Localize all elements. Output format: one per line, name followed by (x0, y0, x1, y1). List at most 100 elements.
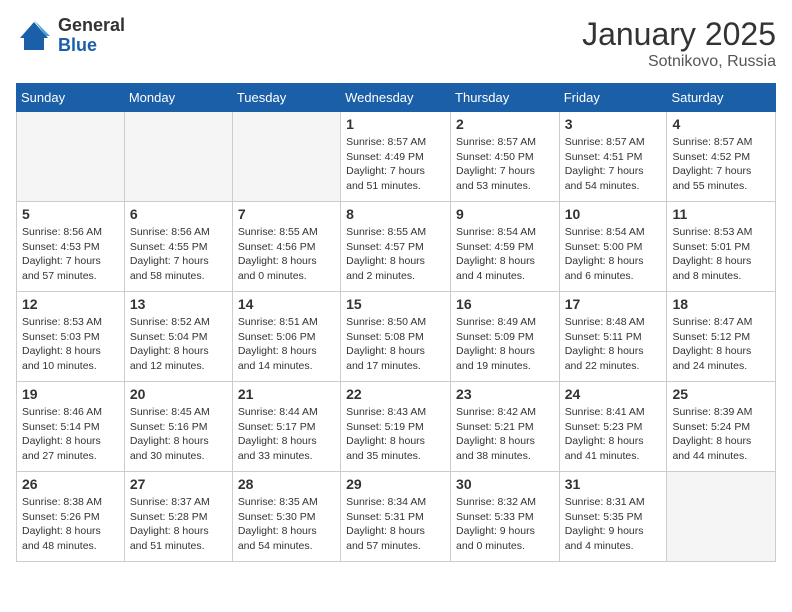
calendar-cell: 27 Sunrise: 8:37 AM Sunset: 5:28 PM Dayli… (124, 472, 232, 562)
calendar-cell: 22 Sunrise: 8:43 AM Sunset: 5:19 PM Dayli… (341, 382, 451, 472)
calendar-header-thursday: Thursday (451, 84, 560, 112)
day-number: 28 (238, 476, 335, 492)
logo-blue-text: Blue (58, 36, 125, 56)
calendar-cell: 23Sunrise: 8:42 AM Sunset: 5:21 PM Dayli… (451, 382, 560, 472)
calendar-cell: 17 Sunrise: 8:48 AM Sunset: 5:11 PM Dayli… (559, 292, 667, 382)
calendar-cell (232, 112, 340, 202)
calendar-cell: 11 Sunrise: 8:53 AM Sunset: 5:01 PM Dayli… (667, 202, 776, 292)
day-info: Sunrise: 8:44 AM Sunset: 5:17 PM Dayligh… (238, 405, 335, 464)
calendar-cell: 7Sunrise: 8:55 AM Sunset: 4:56 PM Daylig… (232, 202, 340, 292)
month-title: January 2025 (582, 16, 776, 53)
day-info: Sunrise: 8:54 AM Sunset: 4:59 PM Dayligh… (456, 225, 554, 284)
day-number: 3 (565, 116, 662, 132)
location-subtitle: Sotnikovo, Russia (582, 53, 776, 71)
day-info: Sunrise: 8:42 AM Sunset: 5:21 PM Dayligh… (456, 405, 554, 464)
calendar-cell: 20 Sunrise: 8:45 AM Sunset: 5:16 PM Dayli… (124, 382, 232, 472)
logo-text: General Blue (58, 16, 125, 56)
calendar-cell: 6Sunrise: 8:56 AM Sunset: 4:55 PM Daylig… (124, 202, 232, 292)
day-info: Sunrise: 8:34 AM Sunset: 5:31 PM Dayligh… (346, 495, 445, 554)
day-number: 27 (130, 476, 227, 492)
logo-general-text: General (58, 16, 125, 36)
calendar-cell: 31 Sunrise: 8:31 AM Sunset: 5:35 PM Dayli… (559, 472, 667, 562)
calendar-cell: 14 Sunrise: 8:51 AM Sunset: 5:06 PM Dayli… (232, 292, 340, 382)
day-info: Sunrise: 8:41 AM Sunset: 5:23 PM Dayligh… (565, 405, 662, 464)
day-info: Sunrise: 8:49 AM Sunset: 5:09 PM Dayligh… (456, 315, 554, 374)
calendar-cell: 4Sunrise: 8:57 AM Sunset: 4:52 PM Daylig… (667, 112, 776, 202)
calendar-cell: 10 Sunrise: 8:54 AM Sunset: 5:00 PM Dayli… (559, 202, 667, 292)
day-number: 26 (22, 476, 119, 492)
day-info: Sunrise: 8:46 AM Sunset: 5:14 PM Dayligh… (22, 405, 119, 464)
day-info: Sunrise: 8:35 AM Sunset: 5:30 PM Dayligh… (238, 495, 335, 554)
calendar-cell: 8 Sunrise: 8:55 AM Sunset: 4:57 PM Daylig… (341, 202, 451, 292)
calendar-cell: 26Sunrise: 8:38 AM Sunset: 5:26 PM Dayli… (17, 472, 125, 562)
calendar-header-friday: Friday (559, 84, 667, 112)
day-number: 11 (672, 206, 770, 222)
day-number: 21 (238, 386, 335, 402)
logo: General Blue (16, 16, 125, 56)
day-number: 15 (346, 296, 445, 312)
day-info: Sunrise: 8:31 AM Sunset: 5:35 PM Dayligh… (565, 495, 662, 554)
day-number: 8 (346, 206, 445, 222)
day-number: 31 (565, 476, 662, 492)
page-header: General Blue January 2025 Sotnikovo, Rus… (16, 16, 776, 71)
day-number: 12 (22, 296, 119, 312)
day-info: Sunrise: 8:48 AM Sunset: 5:11 PM Dayligh… (565, 315, 662, 374)
day-number: 30 (456, 476, 554, 492)
day-number: 7 (238, 206, 335, 222)
calendar-cell: 16 Sunrise: 8:49 AM Sunset: 5:09 PM Dayli… (451, 292, 560, 382)
day-number: 6 (130, 206, 227, 222)
calendar-cell: 13Sunrise: 8:52 AM Sunset: 5:04 PM Dayli… (124, 292, 232, 382)
calendar-header-tuesday: Tuesday (232, 84, 340, 112)
calendar-table: SundayMondayTuesdayWednesdayThursdayFrid… (16, 83, 776, 562)
day-info: Sunrise: 8:50 AM Sunset: 5:08 PM Dayligh… (346, 315, 445, 374)
day-info: Sunrise: 8:56 AM Sunset: 4:53 PM Dayligh… (22, 225, 119, 284)
day-info: Sunrise: 8:54 AM Sunset: 5:00 PM Dayligh… (565, 225, 662, 284)
calendar-header-row: SundayMondayTuesdayWednesdayThursdayFrid… (17, 84, 776, 112)
day-number: 10 (565, 206, 662, 222)
day-number: 18 (672, 296, 770, 312)
day-number: 20 (130, 386, 227, 402)
calendar-header-saturday: Saturday (667, 84, 776, 112)
calendar-cell: 15 Sunrise: 8:50 AM Sunset: 5:08 PM Dayli… (341, 292, 451, 382)
calendar-cell: 29 Sunrise: 8:34 AM Sunset: 5:31 PM Dayli… (341, 472, 451, 562)
day-info: Sunrise: 8:57 AM Sunset: 4:50 PM Dayligh… (456, 135, 554, 194)
day-number: 29 (346, 476, 445, 492)
calendar-cell: 28 Sunrise: 8:35 AM Sunset: 5:30 PM Dayli… (232, 472, 340, 562)
day-number: 19 (22, 386, 119, 402)
day-info: Sunrise: 8:45 AM Sunset: 5:16 PM Dayligh… (130, 405, 227, 464)
calendar-cell: 2 Sunrise: 8:57 AM Sunset: 4:50 PM Daylig… (451, 112, 560, 202)
calendar-week-row: 26Sunrise: 8:38 AM Sunset: 5:26 PM Dayli… (17, 472, 776, 562)
calendar-week-row: 12Sunrise: 8:53 AM Sunset: 5:03 PM Dayli… (17, 292, 776, 382)
day-info: Sunrise: 8:39 AM Sunset: 5:24 PM Dayligh… (672, 405, 770, 464)
day-info: Sunrise: 8:51 AM Sunset: 5:06 PM Dayligh… (238, 315, 335, 374)
calendar-cell: 9Sunrise: 8:54 AM Sunset: 4:59 PM Daylig… (451, 202, 560, 292)
day-number: 25 (672, 386, 770, 402)
day-info: Sunrise: 8:55 AM Sunset: 4:57 PM Dayligh… (346, 225, 445, 284)
day-number: 14 (238, 296, 335, 312)
calendar-header-monday: Monday (124, 84, 232, 112)
calendar-week-row: 5Sunrise: 8:56 AM Sunset: 4:53 PM Daylig… (17, 202, 776, 292)
calendar-cell: 12Sunrise: 8:53 AM Sunset: 5:03 PM Dayli… (17, 292, 125, 382)
day-info: Sunrise: 8:32 AM Sunset: 5:33 PM Dayligh… (456, 495, 554, 554)
calendar-cell (124, 112, 232, 202)
title-block: January 2025 Sotnikovo, Russia (582, 16, 776, 71)
day-info: Sunrise: 8:52 AM Sunset: 5:04 PM Dayligh… (130, 315, 227, 374)
calendar-cell: 21 Sunrise: 8:44 AM Sunset: 5:17 PM Dayli… (232, 382, 340, 472)
logo-icon (16, 18, 52, 54)
day-info: Sunrise: 8:57 AM Sunset: 4:49 PM Dayligh… (346, 135, 445, 194)
day-number: 2 (456, 116, 554, 132)
day-number: 22 (346, 386, 445, 402)
calendar-week-row: 1Sunrise: 8:57 AM Sunset: 4:49 PM Daylig… (17, 112, 776, 202)
calendar-cell: 1Sunrise: 8:57 AM Sunset: 4:49 PM Daylig… (341, 112, 451, 202)
calendar-cell: 25 Sunrise: 8:39 AM Sunset: 5:24 PM Dayli… (667, 382, 776, 472)
calendar-header-sunday: Sunday (17, 84, 125, 112)
calendar-cell (17, 112, 125, 202)
calendar-cell: 19 Sunrise: 8:46 AM Sunset: 5:14 PM Dayli… (17, 382, 125, 472)
day-number: 17 (565, 296, 662, 312)
calendar-cell (667, 472, 776, 562)
day-info: Sunrise: 8:57 AM Sunset: 4:52 PM Dayligh… (672, 135, 770, 194)
day-number: 16 (456, 296, 554, 312)
day-info: Sunrise: 8:43 AM Sunset: 5:19 PM Dayligh… (346, 405, 445, 464)
day-info: Sunrise: 8:37 AM Sunset: 5:28 PM Dayligh… (130, 495, 227, 554)
day-info: Sunrise: 8:53 AM Sunset: 5:01 PM Dayligh… (672, 225, 770, 284)
